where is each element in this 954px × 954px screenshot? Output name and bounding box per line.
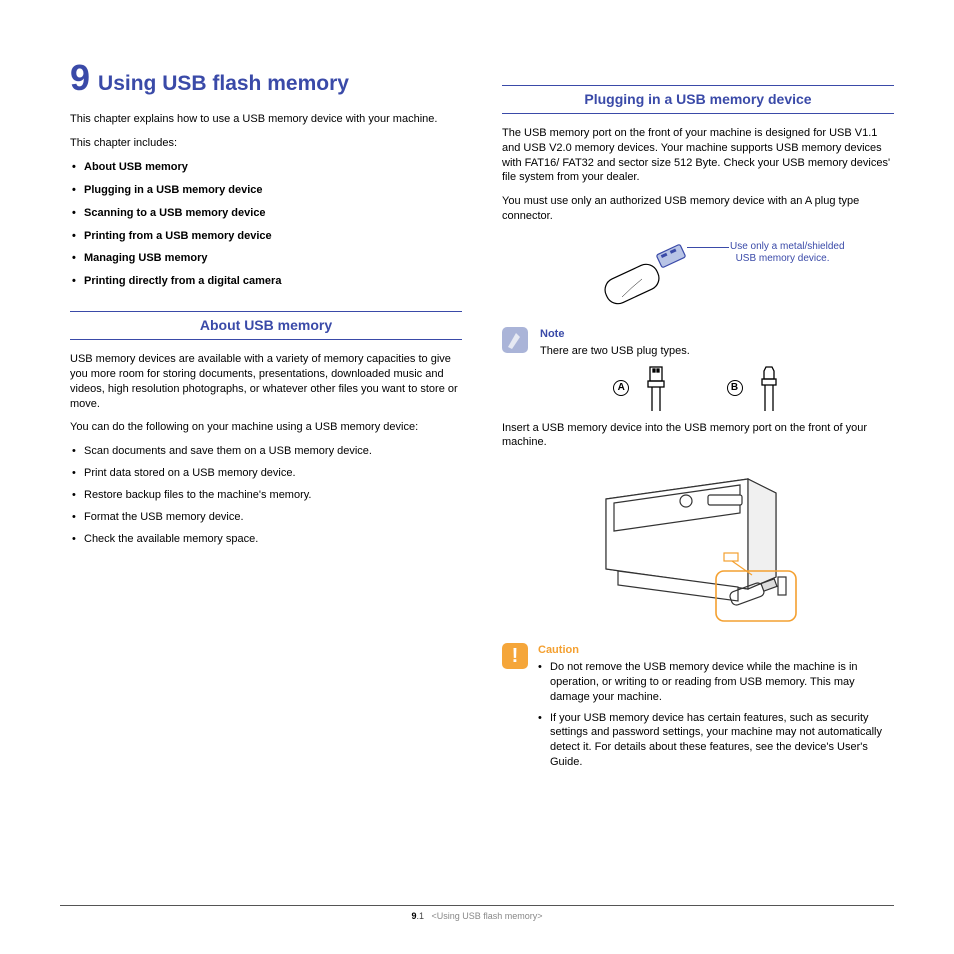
list-item: Print data stored on a USB memory device…: [70, 466, 462, 481]
includes-label: This chapter includes:: [70, 136, 462, 151]
toc-item: Managing USB memory: [70, 251, 462, 266]
plug-a-icon: [641, 365, 671, 411]
chapter-number: 9: [70, 60, 90, 96]
chapter-title: 9 Using USB flash memory: [70, 60, 462, 98]
list-item: Format the USB memory device.: [70, 510, 462, 525]
usb-stick-figure: Use only a metal/shielded USB memory dev…: [502, 233, 894, 323]
callout-line: [687, 247, 729, 248]
footer-title: <Using USB flash memory>: [432, 911, 543, 921]
toc-item: Printing from a USB memory device: [70, 229, 462, 244]
list-item: Restore backup files to the machine's me…: [70, 488, 462, 503]
right-column: Plugging in a USB memory device The USB …: [502, 60, 894, 776]
caution-heading: Caution: [538, 643, 894, 658]
toc-list: About USB memory Plugging in a USB memor…: [70, 160, 462, 289]
list-item: Do not remove the USB memory device whil…: [538, 660, 894, 705]
list-item: If your USB memory device has certain fe…: [538, 711, 894, 770]
left-column: 9 Using USB flash memory This chapter ex…: [70, 60, 462, 776]
printer-figure: [502, 459, 894, 629]
caution-block: ! Caution Do not remove the USB memory d…: [502, 643, 894, 776]
toc-item: Scanning to a USB memory device: [70, 206, 462, 221]
note-body: There are two USB plug types.: [540, 344, 690, 359]
chapter-heading: Using USB flash memory: [98, 70, 349, 98]
about-list: Scan documents and save them on a USB me…: [70, 444, 462, 546]
usb-stick-icon: [592, 237, 702, 317]
section-heading-plug: Plugging in a USB memory device: [502, 85, 894, 114]
list-item: Check the available memory space.: [70, 532, 462, 547]
plug-b-icon: [755, 365, 783, 411]
plug-p2: You must use only an authorized USB memo…: [502, 194, 894, 224]
list-item: Scan documents and save them on a USB me…: [70, 444, 462, 459]
plug-a-label: A: [613, 380, 629, 396]
section-heading-about: About USB memory: [70, 311, 462, 340]
callout-text: Use only a metal/shielded USB memory dev…: [730, 241, 890, 265]
intro-paragraph: This chapter explains how to use a USB m…: [70, 112, 462, 127]
toc-item: Printing directly from a digital camera: [70, 274, 462, 289]
plug-b-label: B: [727, 380, 743, 396]
caution-list: Do not remove the USB memory device whil…: [538, 660, 894, 770]
note-heading: Note: [540, 327, 690, 342]
plug-types-figure: A B: [502, 365, 894, 411]
toc-item: About USB memory: [70, 160, 462, 175]
page-footer: 9.1 <Using USB flash memory>: [60, 905, 894, 922]
about-p1: USB memory devices are available with a …: [70, 352, 462, 411]
footer-page-minor: .1: [416, 911, 424, 921]
caution-icon: !: [502, 643, 528, 669]
toc-item: Plugging in a USB memory device: [70, 183, 462, 198]
plug-p1: The USB memory port on the front of your…: [502, 126, 894, 185]
plug-p3: Insert a USB memory device into the USB …: [502, 421, 894, 451]
about-p2: You can do the following on your machine…: [70, 420, 462, 435]
note-block: Note There are two USB plug types.: [502, 327, 894, 359]
note-icon: [502, 327, 528, 353]
